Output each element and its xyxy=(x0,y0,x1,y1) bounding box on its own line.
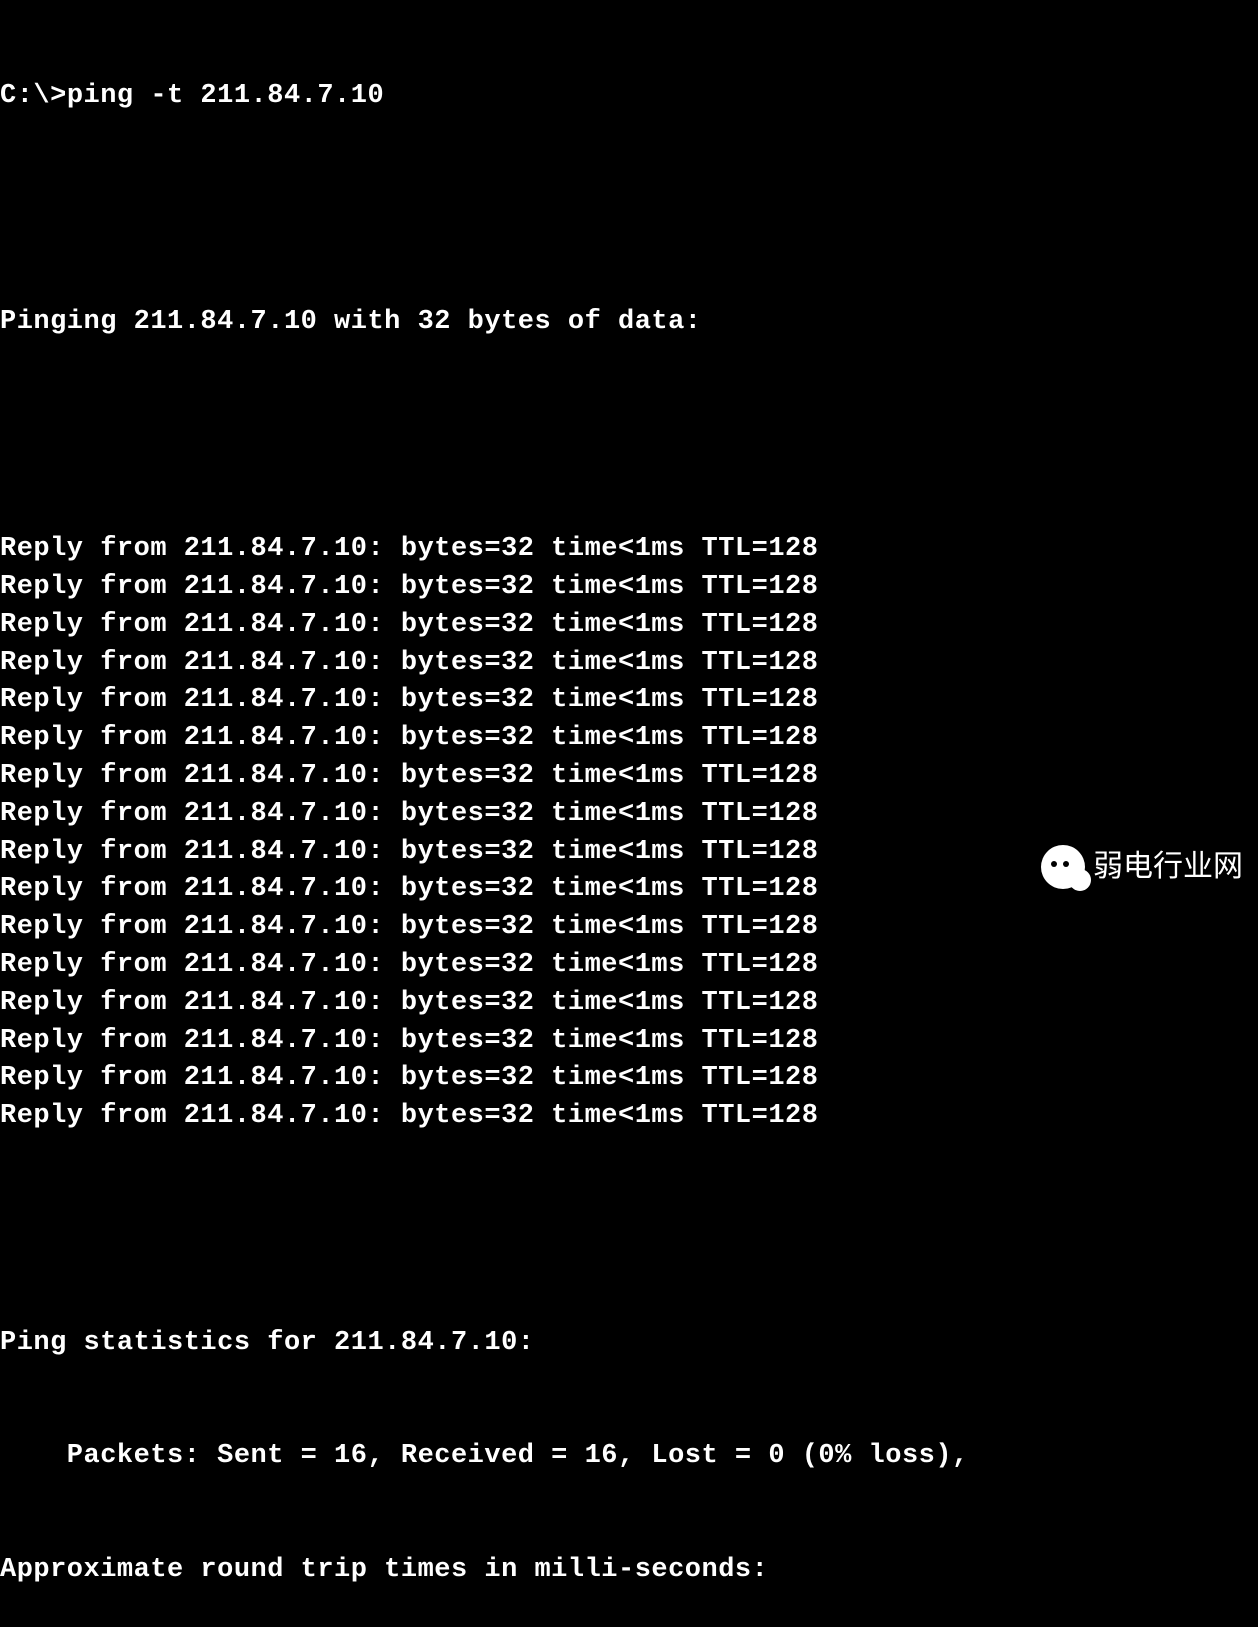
wechat-icon xyxy=(1041,845,1085,889)
prompt: C:\> xyxy=(0,81,67,111)
stats-header: Ping statistics for 211.84.7.10: xyxy=(0,1325,1258,1363)
terminal-output: C:\>ping -t 211.84.7.10 Pinging 211.84.7… xyxy=(0,2,1258,1627)
watermark: 弱电行业网 xyxy=(1041,845,1243,889)
blank-line xyxy=(0,191,1258,229)
command-line: C:\>ping -t 211.84.7.10 xyxy=(0,78,1258,116)
reply-line: Reply from 211.84.7.10: bytes=32 time<1m… xyxy=(0,909,1258,947)
command-text: ping -t 211.84.7.10 xyxy=(67,81,384,111)
reply-line: Reply from 211.84.7.10: bytes=32 time<1m… xyxy=(0,758,1258,796)
reply-line: Reply from 211.84.7.10: bytes=32 time<1m… xyxy=(0,607,1258,645)
stats-approx: Approximate round trip times in milli-se… xyxy=(0,1552,1258,1590)
reply-line: Reply from 211.84.7.10: bytes=32 time<1m… xyxy=(0,1060,1258,1098)
reply-line: Reply from 211.84.7.10: bytes=32 time<1m… xyxy=(0,569,1258,607)
ping-header: Pinging 211.84.7.10 with 32 bytes of dat… xyxy=(0,304,1258,342)
reply-line: Reply from 211.84.7.10: bytes=32 time<1m… xyxy=(0,947,1258,985)
reply-list: Reply from 211.84.7.10: bytes=32 time<1m… xyxy=(0,531,1258,1136)
reply-line: Reply from 211.84.7.10: bytes=32 time<1m… xyxy=(0,796,1258,834)
reply-line: Reply from 211.84.7.10: bytes=32 time<1m… xyxy=(0,985,1258,1023)
reply-line: Reply from 211.84.7.10: bytes=32 time<1m… xyxy=(0,645,1258,683)
reply-line: Reply from 211.84.7.10: bytes=32 time<1m… xyxy=(0,531,1258,569)
reply-line: Reply from 211.84.7.10: bytes=32 time<1m… xyxy=(0,1023,1258,1061)
blank-line xyxy=(0,418,1258,456)
reply-line: Reply from 211.84.7.10: bytes=32 time<1m… xyxy=(0,1098,1258,1136)
watermark-text: 弱电行业网 xyxy=(1093,846,1243,888)
reply-line: Reply from 211.84.7.10: bytes=32 time<1m… xyxy=(0,720,1258,758)
blank-line xyxy=(0,1212,1258,1250)
reply-line: Reply from 211.84.7.10: bytes=32 time<1m… xyxy=(0,682,1258,720)
stats-packets: Packets: Sent = 16, Received = 16, Lost … xyxy=(0,1438,1258,1476)
